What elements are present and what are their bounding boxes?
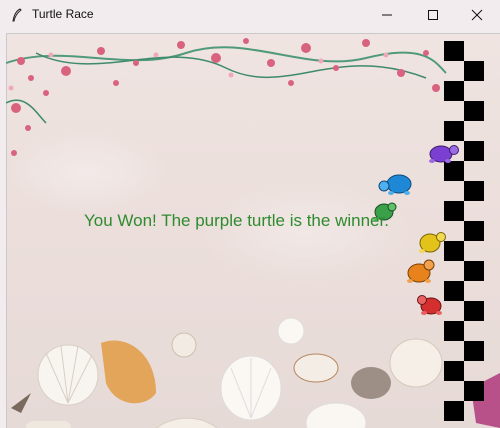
finish-square xyxy=(464,141,484,161)
finish-square xyxy=(464,61,484,81)
maximize-button[interactable] xyxy=(410,0,456,30)
feather-icon xyxy=(12,8,22,22)
minimize-button[interactable] xyxy=(364,0,410,30)
finish-square xyxy=(464,261,484,281)
title-bar[interactable]: Turtle Race xyxy=(0,0,500,30)
winner-message: You Won! The purple turtle is the winner… xyxy=(84,211,389,230)
finish-square xyxy=(464,381,484,401)
finish-square xyxy=(444,281,464,301)
window-title: Turtle Race xyxy=(32,7,94,21)
finish-square xyxy=(444,401,464,421)
finish-square xyxy=(444,121,464,141)
finish-square xyxy=(464,341,484,361)
finish-square xyxy=(464,101,484,121)
finish-square xyxy=(444,201,464,221)
turtle-orange xyxy=(407,259,435,283)
seashell-decoration xyxy=(11,317,500,428)
turtle-red xyxy=(417,295,442,315)
finish-square xyxy=(444,81,464,101)
turtle-yellow xyxy=(419,232,446,253)
maximize-icon xyxy=(428,10,438,20)
finish-square xyxy=(444,321,464,341)
finish-square xyxy=(464,181,484,201)
finish-square xyxy=(464,301,484,321)
minimize-icon xyxy=(382,14,392,16)
race-canvas: You Won! The purple turtle is the winner… xyxy=(6,33,500,428)
app-window: Turtle Race You Won! The purple turtle i… xyxy=(0,0,500,428)
close-icon xyxy=(471,9,483,21)
close-button[interactable] xyxy=(454,0,500,30)
turtle-purple xyxy=(429,145,459,163)
finish-square xyxy=(464,221,484,241)
turtle-blue xyxy=(378,174,412,195)
finish-square xyxy=(444,361,464,381)
finish-square xyxy=(444,41,464,61)
